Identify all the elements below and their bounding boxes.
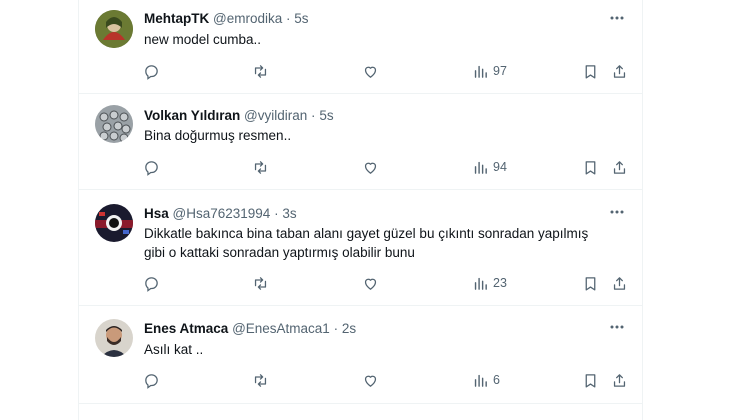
tweet-actions: 23 (139, 272, 639, 294)
avatar[interactable] (95, 105, 133, 143)
tweet-text: new model cumba.. (144, 30, 634, 49)
tweet-text: Dikkatle bakınca bina taban alanı gayet … (144, 224, 634, 262)
timestamp[interactable]: 5s (294, 11, 308, 26)
separator-dot: · (286, 11, 291, 26)
more-icon[interactable] (608, 203, 626, 221)
tweet[interactable]: Enes Atmaca @EnesAtmaca1 · 2s Asılı kat … (79, 306, 642, 404)
bookmark-icon (585, 160, 596, 175)
bookmark-button[interactable] (582, 156, 599, 178)
share-icon (613, 373, 626, 387)
views-count: 97 (493, 64, 507, 78)
share-button[interactable] (611, 156, 628, 178)
reply-icon (145, 64, 158, 80)
like-button[interactable] (362, 156, 379, 178)
reply-icon (145, 160, 158, 176)
avatar[interactable] (95, 204, 133, 242)
retweet-icon (254, 64, 267, 78)
retweet-icon (254, 276, 267, 290)
share-icon (613, 64, 626, 78)
tweet-text-line: Dikkatle bakınca bina taban alanı gayet … (144, 226, 589, 241)
retweet-button[interactable] (252, 156, 269, 178)
heart-icon (364, 278, 377, 290)
tweet[interactable]: Volkan Yıldıran @vyildiran · 5s Bina doğ… (79, 94, 642, 190)
share-icon (613, 160, 626, 174)
separator-dot: · (274, 206, 279, 221)
analytics-icon (474, 277, 487, 290)
heart-icon (364, 375, 377, 387)
tweet-actions: 94 (139, 156, 639, 178)
views-button[interactable]: 6 (472, 369, 500, 391)
more-icon[interactable] (608, 318, 626, 336)
heart-icon (364, 66, 377, 78)
reply-icon (145, 276, 158, 292)
views-count: 23 (493, 276, 507, 290)
tweet[interactable]: MehtapTK @emrodika · 5s new model cumba.… (79, 0, 642, 94)
analytics-icon (474, 161, 487, 174)
tweet-text-line: new model cumba.. (144, 32, 262, 47)
share-icon (613, 276, 626, 290)
like-button[interactable] (362, 369, 379, 391)
views-count: 6 (493, 373, 500, 387)
share-button[interactable] (611, 272, 628, 294)
share-button[interactable] (611, 60, 628, 82)
tweet-actions: 97 (139, 60, 639, 82)
tweet-header: Hsa @Hsa76231994 · 3s (144, 205, 297, 222)
display-name[interactable]: Volkan Yıldıran (144, 108, 240, 123)
tweet-text-line: gibi o kattaki sonradan yaptırmış olabil… (144, 245, 415, 260)
views-button[interactable]: 94 (472, 156, 507, 178)
reply-button[interactable] (143, 60, 160, 82)
tweet-text: Bina doğurmuş resmen.. (144, 126, 634, 145)
retweet-button[interactable] (252, 369, 269, 391)
analytics-icon (474, 65, 487, 78)
timestamp[interactable]: 2s (342, 321, 356, 336)
retweet-button[interactable] (252, 60, 269, 82)
tweet-text-line: Asılı kat .. (144, 342, 204, 357)
reply-button[interactable] (143, 272, 160, 294)
tweet-header: MehtapTK @emrodika · 5s (144, 10, 309, 27)
timestamp[interactable]: 3s (282, 206, 296, 221)
views-count: 94 (493, 160, 507, 174)
bookmark-icon (585, 276, 596, 291)
reply-icon (145, 373, 158, 389)
retweet-button[interactable] (252, 272, 269, 294)
retweet-icon (254, 373, 267, 387)
views-button[interactable]: 23 (472, 272, 507, 294)
user-handle[interactable]: @vyildiran (244, 108, 307, 123)
tweet-text-line: Bina doğurmuş resmen.. (144, 128, 292, 143)
timestamp[interactable]: 5s (319, 108, 333, 123)
separator-dot: · (311, 108, 316, 123)
analytics-icon (474, 374, 487, 387)
tweet-header: Enes Atmaca @EnesAtmaca1 · 2s (144, 320, 356, 337)
timeline-column: MehtapTK @emrodika · 5s new model cumba.… (78, 0, 643, 420)
like-button[interactable] (362, 272, 379, 294)
like-button[interactable] (362, 60, 379, 82)
retweet-icon (254, 160, 267, 174)
bookmark-icon (585, 373, 596, 388)
user-handle[interactable]: @emrodika (213, 11, 282, 26)
share-button[interactable] (611, 369, 628, 391)
avatar[interactable] (95, 319, 133, 357)
bookmark-icon (585, 64, 596, 79)
separator-dot: · (333, 321, 339, 336)
tweet-header: Volkan Yıldıran @vyildiran · 5s (144, 107, 334, 124)
bookmark-button[interactable] (582, 272, 599, 294)
bookmark-button[interactable] (582, 369, 599, 391)
tweet[interactable]: Hsa @Hsa76231994 · 3s Dikkatle bakınca b… (79, 190, 642, 306)
user-handle[interactable]: @Hsa76231994 (173, 206, 271, 221)
display-name[interactable]: Hsa (144, 206, 169, 221)
avatar[interactable] (95, 10, 133, 48)
views-button[interactable]: 97 (472, 60, 507, 82)
tweet-text: Asılı kat .. (144, 340, 634, 359)
display-name[interactable]: MehtapTK (144, 11, 209, 26)
more-icon[interactable] (608, 9, 626, 27)
reply-button[interactable] (143, 369, 160, 391)
heart-icon (364, 162, 377, 174)
bookmark-button[interactable] (582, 60, 599, 82)
user-handle[interactable]: @EnesAtmaca1 (232, 321, 330, 336)
display-name[interactable]: Enes Atmaca (144, 321, 228, 336)
tweet-actions: 6 (139, 369, 639, 391)
reply-button[interactable] (143, 156, 160, 178)
